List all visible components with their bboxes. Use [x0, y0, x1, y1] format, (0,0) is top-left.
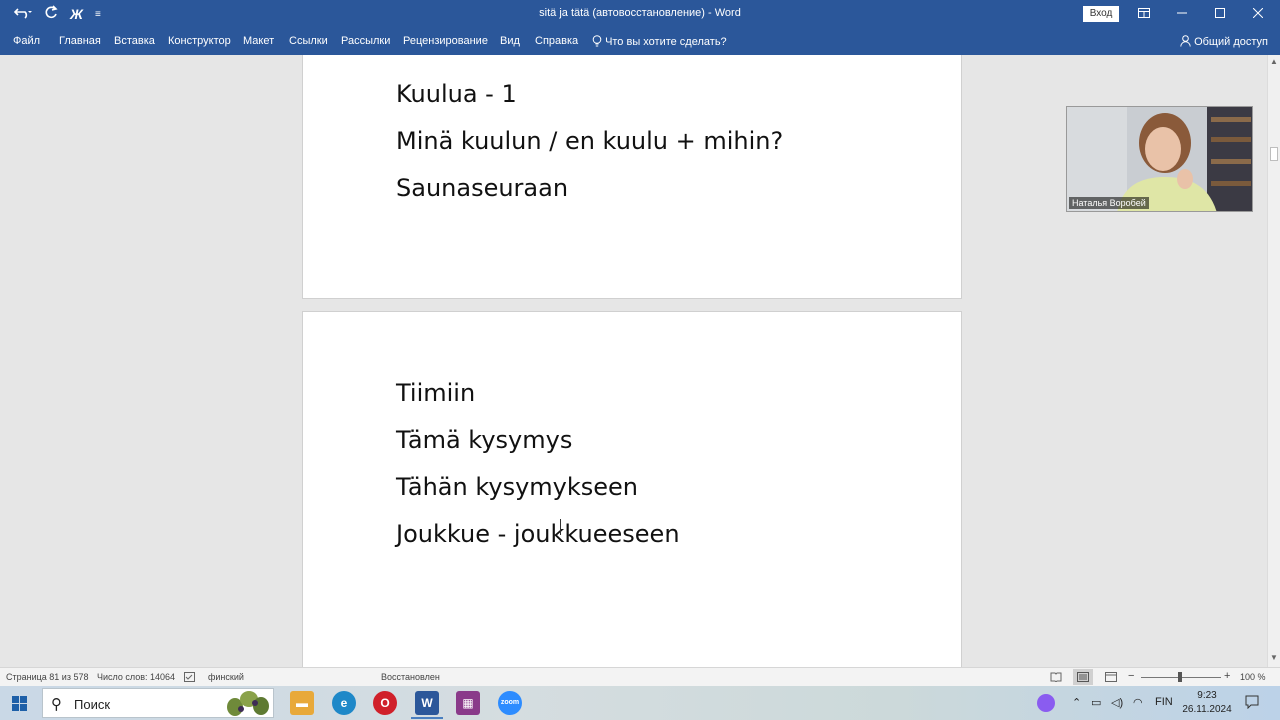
- word-count[interactable]: Число слов: 14064: [97, 672, 175, 682]
- text-line[interactable]: Tämä kysymys: [396, 426, 572, 454]
- zoom-slider-thumb[interactable]: [1178, 672, 1182, 682]
- tab-view[interactable]: Вид: [500, 35, 520, 47]
- lightbulb-icon: [592, 35, 602, 47]
- language-indicator[interactable]: финский: [208, 672, 244, 682]
- share-button[interactable]: Общий доступ: [1180, 35, 1268, 48]
- tab-help[interactable]: Справка: [535, 35, 578, 47]
- search-highlight-image: [227, 691, 269, 716]
- windows-start-icon[interactable]: [12, 696, 27, 716]
- search-icon: ⚲: [51, 696, 62, 713]
- show-hidden-icons-icon[interactable]: ⌃: [1072, 696, 1081, 709]
- assistant-icon[interactable]: [1037, 694, 1055, 712]
- tell-me-label: Что вы хотите сделать?: [605, 36, 727, 48]
- tab-home[interactable]: Главная: [59, 35, 101, 47]
- text-line[interactable]: Kuulua - 1: [396, 80, 517, 108]
- clock-time: 9:23: [1197, 690, 1217, 701]
- document-page[interactable]: Kuulua - 1 Minä kuulun / en kuulu + mihi…: [302, 55, 962, 299]
- print-layout-icon[interactable]: [1073, 669, 1093, 685]
- ribbon-tabs: Файл Главная Вставка Конструктор Макет С…: [0, 29, 1280, 55]
- zoom-out-icon[interactable]: −: [1128, 670, 1134, 682]
- text-line[interactable]: Minä kuulun / en kuulu + mihin?: [396, 127, 783, 155]
- page-count[interactable]: Страница 81 из 578: [6, 672, 88, 682]
- signin-button[interactable]: Вход: [1083, 6, 1119, 22]
- text-line[interactable]: Tiimiin: [396, 379, 475, 407]
- tab-layout[interactable]: Макет: [243, 35, 274, 47]
- document-page[interactable]: Tiimiin Tämä kysymys Tähän kysymykseen J…: [302, 311, 962, 667]
- zoom-app-icon[interactable]: zoom: [498, 691, 522, 715]
- taskbar-clock[interactable]: 9:23 26.11.2024: [1176, 689, 1238, 717]
- text-line[interactable]: Saunaseuraan: [396, 174, 568, 202]
- share-label: Общий доступ: [1194, 36, 1268, 48]
- proofing-icon[interactable]: [184, 672, 195, 684]
- battery-icon[interactable]: ▭: [1091, 696, 1101, 709]
- active-app-indicator: [411, 717, 443, 719]
- notifications-icon[interactable]: [1245, 695, 1259, 714]
- ribbon-display-options-icon[interactable]: [1132, 3, 1156, 25]
- participant-name: Наталья Воробей: [1069, 197, 1149, 209]
- tab-file[interactable]: Файл: [13, 35, 40, 47]
- search-placeholder: Поиск: [74, 697, 111, 712]
- text-line[interactable]: Joukkue - joukkueeseen: [396, 520, 680, 548]
- file-explorer-icon[interactable]: ▬: [290, 691, 314, 715]
- video-thumbnail[interactable]: Наталья Воробей: [1066, 106, 1253, 212]
- status-bar: Страница 81 из 578 Число слов: 14064 фин…: [0, 667, 1280, 686]
- web-layout-icon[interactable]: [1105, 672, 1117, 684]
- maximize-icon[interactable]: [1208, 3, 1232, 25]
- scrollbar-thumb[interactable]: [1270, 147, 1278, 161]
- tab-insert[interactable]: Вставка: [114, 35, 155, 47]
- vertical-scrollbar[interactable]: ▲ ▼: [1267, 55, 1280, 667]
- title-bar: Ж ≡ sitä ja tätä (автовосстановление) - …: [0, 0, 1280, 29]
- taskbar: ⚲ Поиск ▬ e O W ▦ zoom ⌃ ▭ ◁) ◠ FIN 9:23…: [0, 686, 1280, 720]
- tab-references[interactable]: Ссылки: [289, 35, 328, 47]
- tab-design[interactable]: Конструктор: [168, 35, 231, 47]
- minimize-icon[interactable]: [1170, 3, 1194, 25]
- tab-mailings[interactable]: Рассылки: [341, 35, 390, 47]
- clock-date: 26.11.2024: [1182, 704, 1232, 715]
- recovered-status: Восстановлен: [381, 672, 440, 682]
- volume-icon[interactable]: ◁): [1111, 696, 1123, 709]
- text-cursor-icon: [560, 519, 561, 535]
- word-app-icon[interactable]: W: [415, 691, 439, 715]
- text-line[interactable]: Tähän kysymykseen: [396, 473, 638, 501]
- zoom-in-icon[interactable]: +: [1224, 670, 1230, 682]
- tell-me-box[interactable]: Что вы хотите сделать?: [592, 35, 727, 48]
- tab-review[interactable]: Рецензирование: [403, 35, 488, 47]
- edge-browser-icon[interactable]: e: [332, 691, 356, 715]
- scroll-up-icon[interactable]: ▲: [1270, 57, 1278, 66]
- scroll-down-icon[interactable]: ▼: [1270, 653, 1278, 662]
- taskbar-search-box[interactable]: ⚲ Поиск: [42, 688, 274, 718]
- read-mode-icon[interactable]: [1050, 672, 1062, 684]
- person-icon: [1180, 35, 1191, 47]
- close-icon[interactable]: [1246, 3, 1270, 25]
- wifi-icon[interactable]: ◠: [1133, 696, 1143, 709]
- input-language[interactable]: FIN: [1155, 696, 1173, 708]
- zoom-level[interactable]: 100 %: [1240, 672, 1266, 682]
- opera-browser-icon[interactable]: O: [373, 691, 397, 715]
- winrar-icon[interactable]: ▦: [456, 691, 480, 715]
